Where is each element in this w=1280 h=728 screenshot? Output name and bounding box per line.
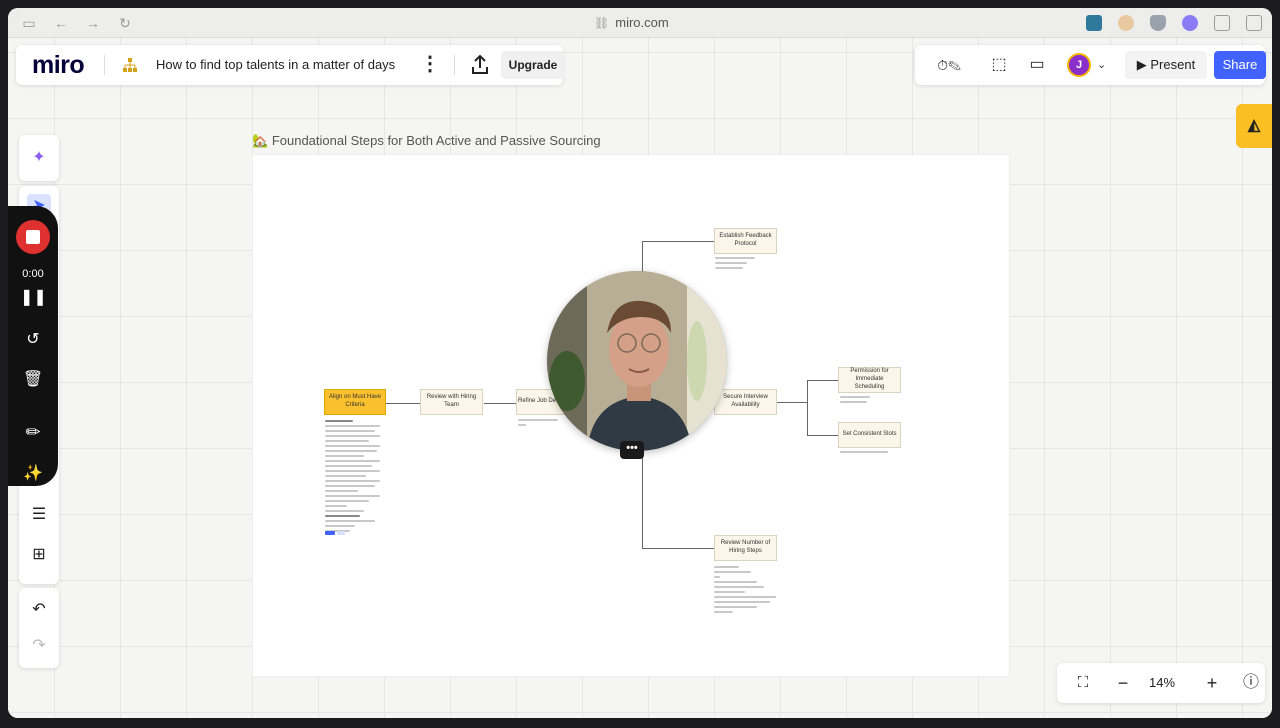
fit-to-screen-icon[interactable]: ⛶ (1071, 671, 1095, 695)
presentation-stats-icon[interactable]: ⬚ (987, 54, 1011, 76)
share-button[interactable]: Share (1214, 51, 1266, 79)
sidebar-toggle-icon[interactable]: ▭ (20, 14, 38, 32)
zoom-level[interactable]: 14% (1145, 675, 1179, 690)
node-review-hiring-steps[interactable]: Review Number of Hiring Steps (714, 535, 777, 561)
frame-title-text: Foundational Steps for Both Active and P… (271, 133, 601, 148)
board-header: miro How to find top talents in a matter… (16, 45, 565, 85)
node-align-criteria[interactable]: Align on Must Have Criteria (324, 389, 386, 415)
frame-title[interactable]: 🏡 Foundational Steps for Both Active and… (252, 133, 601, 149)
ai-toolbar: ✦ (19, 135, 59, 181)
recording-controls: 0:00 ❚❚ ↺ 🗑 ✏ ✨ (8, 206, 58, 486)
divider (104, 55, 105, 75)
presenter-video (547, 271, 727, 451)
node-permission-scheduling[interactable]: Permission for Immediate Scheduling (838, 367, 901, 393)
play-icon: ▶ (1136, 57, 1151, 72)
help-icon[interactable]: ⓘ (1239, 671, 1263, 695)
history-toolbar: ↶ ↷ (19, 588, 59, 668)
node-set-slots[interactable]: Set Consistent Slots (838, 422, 901, 448)
reactions-icon[interactable]: ⏱✎ (927, 54, 971, 76)
zoom-out-icon[interactable]: − (1111, 671, 1135, 695)
ai-sparkle-icon[interactable]: ✦ (27, 146, 51, 170)
side-panel-tab-icon[interactable]: ◭ (1236, 104, 1272, 148)
address-bar[interactable]: ⛓ miro.com (594, 15, 669, 30)
browser-window: ▭ ← → ↻ ⛓ miro.com miro How to find top t… (8, 8, 1272, 718)
present-button[interactable]: ▶ Present (1125, 51, 1207, 79)
connector (776, 402, 807, 403)
extension-avatar-icon[interactable] (1118, 15, 1134, 31)
board-menu-button[interactable]: ⋮ (420, 53, 440, 77)
zoom-in-icon[interactable]: + (1200, 671, 1224, 695)
reload-icon[interactable]: ↻ (116, 14, 134, 32)
tag (325, 531, 335, 535)
pause-icon[interactable]: ❚❚ (20, 286, 47, 310)
tag (337, 531, 345, 535)
miro-logo[interactable]: miro (32, 51, 85, 80)
divider (454, 55, 455, 75)
connector (807, 435, 839, 436)
back-icon[interactable]: ← (52, 14, 70, 32)
effects-icon[interactable]: ✨ (20, 462, 46, 486)
video-call-icon[interactable]: ▭ (1025, 54, 1049, 76)
shield-extension-icon[interactable] (1150, 15, 1166, 31)
forward-icon[interactable]: → (84, 14, 102, 32)
house-icon: 🏡 (252, 133, 272, 148)
node-review-hiring-team[interactable]: Review with Hiring Team (420, 389, 483, 415)
present-label: Present (1150, 57, 1196, 72)
connector (386, 403, 422, 404)
hiring-steps-notes (714, 566, 776, 616)
chevron-down-icon[interactable]: ⌄ (1097, 54, 1111, 76)
permission-notes (840, 396, 870, 406)
node-secure-interview[interactable]: Secure Interview Availability (714, 389, 777, 415)
board-title[interactable]: How to find top talents in a matter of d… (156, 57, 395, 72)
zoom-controls: ⛶ − 14% + ⓘ (1057, 663, 1265, 703)
connector (642, 548, 714, 549)
link-icon: ⛓ (594, 16, 610, 30)
export-icon[interactable] (468, 53, 492, 77)
criteria-notes (325, 420, 380, 520)
comment-tool-icon[interactable]: ☰ (27, 503, 51, 527)
delete-icon[interactable]: 🗑 (20, 368, 46, 392)
add-more-icon[interactable]: ⊞ (27, 543, 51, 567)
stop-recording-button[interactable] (16, 220, 50, 254)
camera-video-bubble[interactable] (547, 271, 727, 451)
connector (807, 380, 808, 436)
upgrade-button[interactable]: Upgrade (501, 51, 565, 79)
redo-icon[interactable]: ↷ (27, 634, 51, 658)
recording-timer: 0:00 (22, 268, 44, 280)
split-view-icon[interactable] (1246, 15, 1262, 31)
node-establish-feedback[interactable]: Establish Feedback Protocol (714, 228, 777, 254)
slots-notes (840, 451, 888, 456)
undo-icon[interactable]: ↶ (27, 598, 51, 622)
sparkle-extension-icon[interactable] (1182, 15, 1198, 31)
browser-toolbar: ▭ ← → ↻ ⛓ miro.com (8, 8, 1272, 38)
user-avatar[interactable]: J (1067, 53, 1091, 77)
restart-icon[interactable]: ↺ (20, 328, 46, 352)
connector (642, 241, 714, 242)
connector (807, 380, 839, 381)
url-text: miro.com (615, 15, 669, 30)
connector (484, 403, 517, 404)
refine-notes (518, 419, 558, 429)
draw-icon[interactable]: ✏ (20, 420, 46, 444)
feedback-notes (715, 257, 755, 272)
board-hierarchy-icon (123, 58, 137, 72)
collaboration-toolbar: ⏱✎ ⬚ ▭ J ⌄ ▶ Present Share (915, 45, 1266, 85)
extensions-icon[interactable] (1214, 15, 1230, 31)
video-options-button[interactable]: ••• (620, 441, 644, 459)
extension-h-icon[interactable] (1086, 15, 1102, 31)
